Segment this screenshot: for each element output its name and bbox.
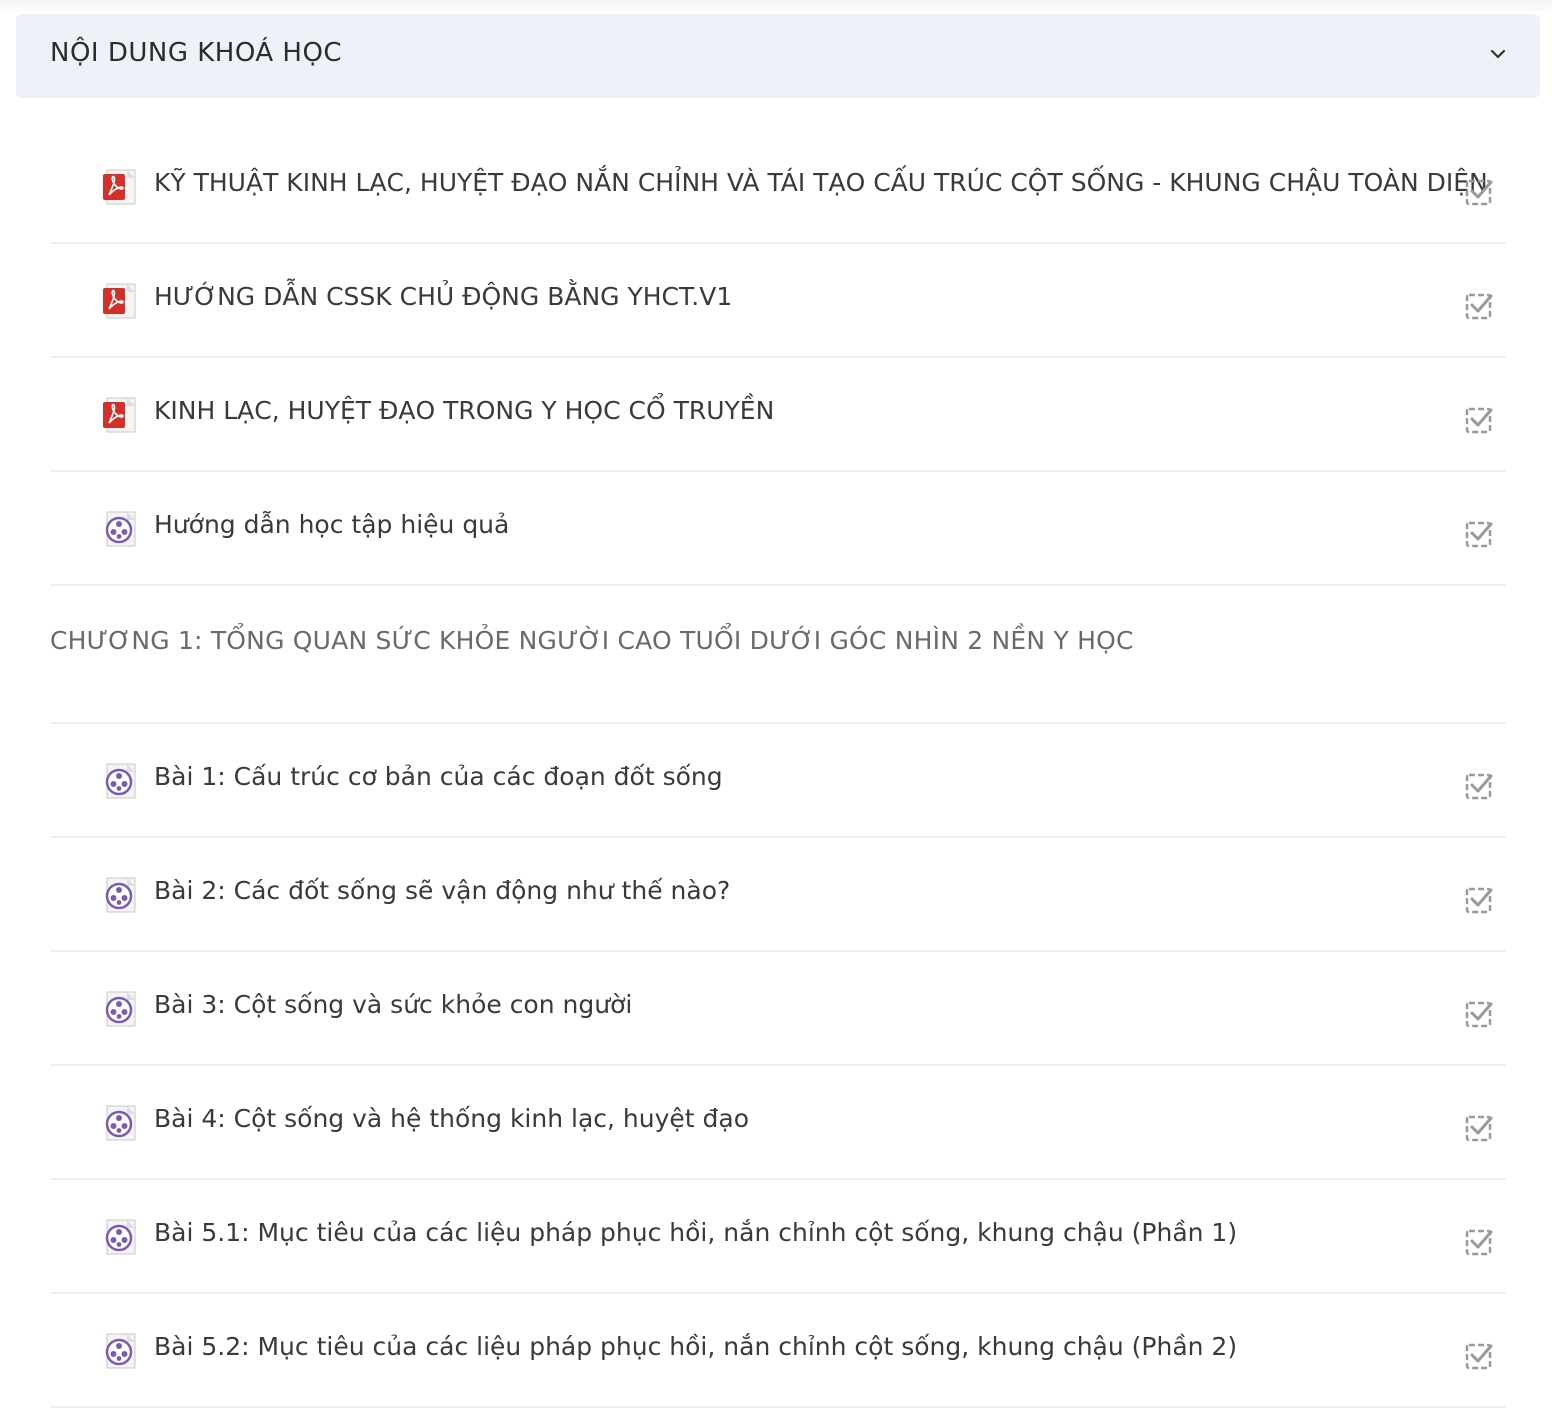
chapter-title: CHƯƠNG 1: TỔNG QUAN SỨC KHỎE NGƯỜI CAO T… bbox=[50, 626, 1134, 655]
lesson-title: HƯỚNG DẪN CSSK CHỦ ĐỘNG BẰNG YHCT.V1 bbox=[154, 282, 733, 311]
chapter-heading: CHƯƠNG 1: TỔNG QUAN SỨC KHỎE NGƯỜI CAO T… bbox=[50, 586, 1506, 724]
video-file-icon bbox=[105, 511, 136, 547]
pdf-file-icon bbox=[103, 283, 136, 319]
completed-check-icon bbox=[1465, 521, 1493, 548]
lesson-title: Bài 4: Cột sống và hệ thống kinh lạc, hu… bbox=[154, 1104, 750, 1133]
top-shadow bbox=[0, 0, 1552, 14]
lesson-row[interactable]: KINH LẠC, HUYỆT ĐẠO TRONG Y HỌC CỔ TRUYỀ… bbox=[50, 358, 1506, 472]
lesson-row[interactable]: Bài 5.1: Mục tiêu của các liệu pháp phục… bbox=[50, 1180, 1506, 1294]
video-file-icon bbox=[105, 763, 136, 799]
lesson-row[interactable]: KỸ THUẬT KINH LẠC, HUYỆT ĐẠO NẮN CHỈNH V… bbox=[50, 130, 1506, 244]
course-content-title: NỘI DUNG KHOÁ HỌC bbox=[50, 38, 343, 68]
pdf-file-icon bbox=[103, 397, 136, 433]
lesson-row[interactable]: Bài 2: Các đốt sống sẽ vận động như thế … bbox=[50, 838, 1506, 952]
completed-check-icon bbox=[1465, 293, 1493, 320]
completed-check-icon bbox=[1465, 887, 1493, 914]
pdf-file-icon bbox=[103, 169, 136, 205]
lesson-title: Hướng dẫn học tập hiệu quả bbox=[154, 510, 510, 539]
video-file-icon bbox=[105, 991, 136, 1027]
lesson-row[interactable]: Bài 4: Cột sống và hệ thống kinh lạc, hu… bbox=[50, 1066, 1506, 1180]
lesson-title: Bài 1: Cấu trúc cơ bản của các đoạn đốt … bbox=[154, 762, 723, 791]
lesson-row[interactable]: Hướng dẫn học tập hiệu quả bbox=[50, 472, 1506, 586]
chevron-down-icon[interactable] bbox=[1488, 44, 1508, 64]
video-file-icon bbox=[105, 877, 136, 913]
video-file-icon bbox=[105, 1333, 136, 1369]
lesson-title: Bài 5.2: Mục tiêu của các liệu pháp phục… bbox=[154, 1332, 1238, 1361]
lesson-row[interactable]: Bài 3: Cột sống và sức khỏe con người bbox=[50, 952, 1506, 1066]
completed-check-icon bbox=[1465, 1343, 1493, 1370]
lesson-list: KỸ THUẬT KINH LẠC, HUYỆT ĐẠO NẮN CHỈNH V… bbox=[50, 130, 1506, 1408]
lesson-row[interactable]: HƯỚNG DẪN CSSK CHỦ ĐỘNG BẰNG YHCT.V1 bbox=[50, 244, 1506, 358]
lesson-row[interactable]: Bài 1: Cấu trúc cơ bản của các đoạn đốt … bbox=[50, 724, 1506, 838]
video-file-icon bbox=[105, 1219, 136, 1255]
lesson-title: Bài 5.1: Mục tiêu của các liệu pháp phục… bbox=[154, 1218, 1238, 1247]
completed-check-icon bbox=[1465, 179, 1493, 206]
lesson-title: KINH LẠC, HUYỆT ĐẠO TRONG Y HỌC CỔ TRUYỀ… bbox=[154, 396, 775, 425]
completed-check-icon bbox=[1465, 1115, 1493, 1142]
lesson-title: Bài 2: Các đốt sống sẽ vận động như thế … bbox=[154, 876, 731, 905]
course-content-header[interactable]: NỘI DUNG KHOÁ HỌC bbox=[16, 14, 1540, 98]
video-file-icon bbox=[105, 1105, 136, 1141]
lesson-title: Bài 3: Cột sống và sức khỏe con người bbox=[154, 990, 633, 1019]
completed-check-icon bbox=[1465, 1001, 1493, 1028]
lesson-title: KỸ THUẬT KINH LẠC, HUYỆT ĐẠO NẮN CHỈNH V… bbox=[154, 168, 1488, 197]
lesson-row[interactable]: Bài 5.2: Mục tiêu của các liệu pháp phục… bbox=[50, 1294, 1506, 1408]
completed-check-icon bbox=[1465, 407, 1493, 434]
completed-check-icon bbox=[1465, 773, 1493, 800]
completed-check-icon bbox=[1465, 1229, 1493, 1256]
